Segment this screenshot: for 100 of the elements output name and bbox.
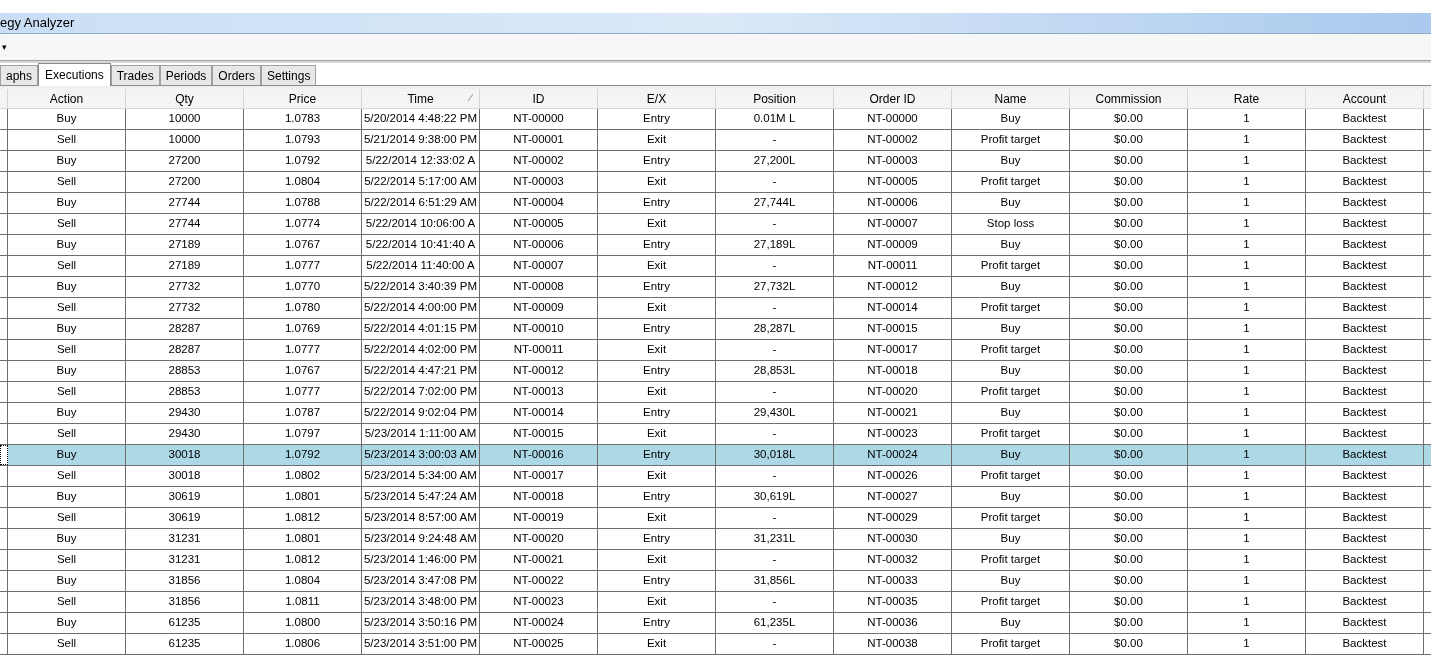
table-cell: Sell: [8, 592, 126, 612]
table-cell: $0.00: [1070, 130, 1188, 150]
table-row[interactable]: Buy 30619 1.0801 5/23/2014 5:47:24 AM NT-00018 Entry 30,619L NT-00027 Buy $0.00 1 Backtest: [0, 487, 1431, 508]
table-cell: 5/23/2014 5:47:24 AM: [362, 487, 480, 507]
table-row[interactable]: Buy 29430 1.0787 5/22/2014 9:02:04 PM NT-00014 Entry 29,430L NT-00021 Buy $0.00 1 Backtest: [0, 403, 1431, 424]
column-header[interactable]: Qty: [126, 89, 244, 108]
table-cell: 10000: [126, 130, 244, 150]
table-cell: Entry: [598, 403, 716, 423]
table-row[interactable]: Buy 27200 1.0792 5/22/2014 12:33:02 A NT-00002 Entry 27,200L NT-00003 Buy $0.00 1 Backtest: [0, 151, 1431, 172]
table-cell: $0.00: [1070, 529, 1188, 549]
table-row[interactable]: Buy 27732 1.0770 5/22/2014 3:40:39 PM NT-00008 Entry 27,732L NT-00012 Buy $0.00 1 Backtest: [0, 277, 1431, 298]
column-header[interactable]: Price: [244, 89, 362, 108]
column-header[interactable]: Name: [952, 89, 1070, 108]
table-row[interactable]: Buy 27744 1.0788 5/22/2014 6:51:29 AM NT-00004 Entry 27,744L NT-00006 Buy $0.00 1 Backtest: [0, 193, 1431, 214]
table-cell: NT-00003: [834, 151, 952, 171]
table-cell: Exit: [598, 382, 716, 402]
table-row[interactable]: Buy 31856 1.0804 5/23/2014 3:47:08 PM NT-00022 Entry 31,856L NT-00033 Buy $0.00 1 Backtest: [0, 571, 1431, 592]
table-cell: NT-00020: [480, 529, 598, 549]
tab[interactable]: Trades: [110, 65, 160, 85]
dropdown-button[interactable]: ▾: [0, 42, 9, 52]
table-cell: 28853: [126, 382, 244, 402]
column-header[interactable]: Action: [8, 89, 126, 108]
table-row[interactable]: Sell 31856 1.0811 5/23/2014 3:48:00 PM NT-00023 Exit - NT-00035 Profit target $0.00 1 Backtest: [0, 592, 1431, 613]
table-cell: NT-00032: [834, 550, 952, 570]
table-cell: 30018: [126, 466, 244, 486]
table-row[interactable]: Sell 27744 1.0774 5/22/2014 10:06:00 A NT-00005 Exit - NT-00007 Stop loss $0.00 1 Backtest: [0, 214, 1431, 235]
table-cell: Backtest: [1306, 361, 1424, 381]
table-cell: NT-00011: [480, 340, 598, 360]
table-row[interactable]: Sell 28287 1.0777 5/22/2014 4:02:00 PM NT-00011 Exit - NT-00017 Profit target $0.00 1 Backtest: [0, 340, 1431, 361]
table-row[interactable]: Sell 28853 1.0777 5/22/2014 7:02:00 PM NT-00013 Exit - NT-00020 Profit target $0.00 1 Backtest: [0, 382, 1431, 403]
table-cell: Backtest: [1306, 592, 1424, 612]
table-cell: NT-00015: [480, 424, 598, 444]
table-cell: 28853: [126, 361, 244, 381]
table-cell: 5/22/2014 3:40:39 PM: [362, 277, 480, 297]
table-row[interactable]: Buy 27189 1.0767 5/22/2014 10:41:40 A NT-00006 Entry 27,189L NT-00009 Buy $0.00 1 Backtest: [0, 235, 1431, 256]
table-row[interactable]: Buy 30018 1.0792 5/23/2014 3:00:03 AM NT-00016 Entry 30,018L NT-00024 Buy $0.00 1 Backtest: [0, 445, 1431, 466]
tab[interactable]: Settings: [261, 65, 317, 85]
table-cell: NT-00002: [480, 151, 598, 171]
tab[interactable]: Executions: [38, 63, 111, 86]
column-header[interactable]: Account: [1306, 89, 1424, 108]
table-cell: 30018: [126, 445, 244, 465]
table-cell: 5/22/2014 11:40:00 A: [362, 256, 480, 276]
table-row[interactable]: Buy 61235 1.0800 5/23/2014 3:50:16 PM NT-00024 Entry 61,235L NT-00036 Buy $0.00 1 Backtest: [0, 613, 1431, 634]
table-cell: NT-00023: [480, 592, 598, 612]
tab[interactable]: aphs: [0, 65, 39, 85]
table-cell: $0.00: [1070, 277, 1188, 297]
table-cell: 5/23/2014 3:00:03 AM: [362, 445, 480, 465]
table-cell: -: [716, 424, 834, 444]
column-header[interactable]: Order ID: [834, 89, 952, 108]
column-header[interactable]: Rate: [1188, 89, 1306, 108]
column-header[interactable]: Time: [362, 89, 480, 108]
column-header[interactable]: Commission: [1070, 89, 1188, 108]
table-cell: 5/20/2014 4:48:22 PM: [362, 109, 480, 129]
table-cell: 5/23/2014 3:51:00 PM: [362, 634, 480, 654]
table-cell: Profit target: [952, 466, 1070, 486]
column-header[interactable]: Position: [716, 89, 834, 108]
table-row[interactable]: Sell 31231 1.0812 5/23/2014 1:46:00 PM NT-00021 Exit - NT-00032 Profit target $0.00 1 Backtest: [0, 550, 1431, 571]
table-row[interactable]: Sell 27189 1.0777 5/22/2014 11:40:00 A NT-00007 Exit - NT-00011 Profit target $0.00 1 Backtest: [0, 256, 1431, 277]
table-cell: 5/23/2014 1:46:00 PM: [362, 550, 480, 570]
row-header[interactable]: [0, 445, 8, 465]
table-row[interactable]: Sell 10000 1.0793 5/21/2014 9:38:00 PM NT-00001 Exit - NT-00002 Profit target $0.00 1 Backtest: [0, 130, 1431, 151]
table-cell: 1.0792: [244, 445, 362, 465]
table-cell: Buy: [8, 151, 126, 171]
table-cell: $0.00: [1070, 340, 1188, 360]
window-title: egy Analyzer: [0, 14, 75, 33]
table-row[interactable]: Sell 29430 1.0797 5/23/2014 1:11:00 AM NT-00015 Exit - NT-00023 Profit target $0.00 1 Backtest: [0, 424, 1431, 445]
table-row[interactable]: Buy 28853 1.0767 5/22/2014 4:47:21 PM NT-00012 Entry 28,853L NT-00018 Buy $0.00 1 Backtest: [0, 361, 1431, 382]
table-cell: $0.00: [1070, 508, 1188, 528]
table-cell: NT-00029: [834, 508, 952, 528]
table-cell: Exit: [598, 508, 716, 528]
table-row[interactable]: Buy 10000 1.0783 5/20/2014 4:48:22 PM NT-00000 Entry 0.01M L NT-00000 Buy $0.00 1 Backtest: [0, 109, 1431, 130]
table-row[interactable]: Sell 30619 1.0812 5/23/2014 8:57:00 AM NT-00019 Exit - NT-00029 Profit target $0.00 1 Backtest: [0, 508, 1431, 529]
table-row[interactable]: Buy 28287 1.0769 5/22/2014 4:01:15 PM NT-00010 Entry 28,287L NT-00015 Buy $0.00 1 Backtest: [0, 319, 1431, 340]
table-cell: Entry: [598, 319, 716, 339]
table-cell: Buy: [952, 319, 1070, 339]
table-cell: $0.00: [1070, 382, 1188, 402]
table-row[interactable]: Sell 61235 1.0806 5/23/2014 3:51:00 PM NT-00025 Exit - NT-00038 Profit target $0.00 1 Backtest: [0, 634, 1431, 655]
table-cell: $0.00: [1070, 214, 1188, 234]
table-cell: NT-00027: [834, 487, 952, 507]
table-cell: NT-00001: [480, 130, 598, 150]
tab[interactable]: Periods: [159, 65, 213, 85]
table-cell: Backtest: [1306, 109, 1424, 129]
table-row[interactable]: Sell 30018 1.0802 5/23/2014 5:34:00 AM NT-00017 Exit - NT-00026 Profit target $0.00 1 Backtest: [0, 466, 1431, 487]
table-row[interactable]: Buy 31231 1.0801 5/23/2014 9:24:48 AM NT-00020 Entry 31,231L NT-00030 Buy $0.00 1 Backtest: [0, 529, 1431, 550]
table-cell: Backtest: [1306, 214, 1424, 234]
table-cell: 5/21/2014 9:38:00 PM: [362, 130, 480, 150]
column-header[interactable]: E/X: [598, 89, 716, 108]
table-cell: 27200: [126, 172, 244, 192]
table-cell: NT-00038: [834, 634, 952, 654]
table-cell: 1: [1188, 466, 1306, 486]
table-cell: Profit target: [952, 256, 1070, 276]
table-cell: 5/22/2014 5:17:00 AM: [362, 172, 480, 192]
table-cell: 30,619L: [716, 487, 834, 507]
table-cell: NT-00005: [480, 214, 598, 234]
table-cell: Exit: [598, 130, 716, 150]
column-header[interactable]: ID: [480, 89, 598, 108]
table-row[interactable]: Sell 27200 1.0804 5/22/2014 5:17:00 AM NT-00003 Exit - NT-00005 Profit target $0.00 1 Backtest: [0, 172, 1431, 193]
tab[interactable]: Orders: [212, 65, 261, 85]
table-row[interactable]: Sell 27732 1.0780 5/22/2014 4:00:00 PM NT-00009 Exit - NT-00014 Profit target $0.00 1 Backtest: [0, 298, 1431, 319]
table-cell: 27,189L: [716, 235, 834, 255]
